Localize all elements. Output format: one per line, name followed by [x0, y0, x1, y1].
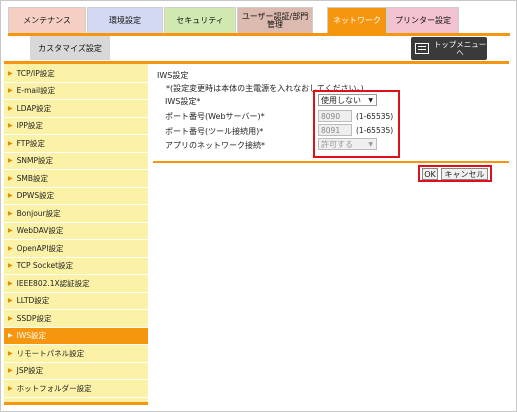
arrow-right-icon: ▶	[8, 87, 13, 95]
arrow-right-icon: ▶	[8, 104, 13, 112]
sidebar-item-label: DPWS設定	[16, 191, 55, 201]
sidebar-item[interactable]: ▶ IPP設定	[4, 118, 148, 135]
sidebar-item-label: OpenAPI設定	[16, 243, 64, 253]
subtab-customize[interactable]: カスタマイズ設定	[30, 36, 110, 60]
sidebar-item-label: SSDP設定	[16, 313, 52, 323]
arrow-right-icon: ▶	[8, 297, 13, 305]
top-menu-button[interactable]: トップメニューへ	[411, 37, 487, 60]
arrow-right-icon: ▶	[8, 69, 13, 77]
tab-environment-label: 環境設定	[109, 15, 141, 25]
sidebar-item-label: TCP Socket設定	[16, 261, 74, 271]
arrow-right-icon: ▶	[8, 157, 13, 165]
top-menu-line2: へ	[456, 47, 464, 57]
sidebar-item[interactable]: ▶ LLTD設定	[4, 293, 148, 310]
arrow-right-icon: ▶	[8, 367, 13, 375]
sidebar-item[interactable]: ▶ E-mail設定	[4, 83, 148, 100]
sidebar-item[interactable]: ▶ WebDAV設定	[4, 223, 148, 240]
tab-security[interactable]: セキュリティ	[164, 7, 236, 33]
subtab-customize-label: カスタマイズ設定	[38, 43, 102, 53]
sidebar-item[interactable]: ▶ JSP設定	[4, 363, 148, 380]
port-tool-label: ポート番号(ツール接続用)*	[165, 127, 264, 136]
sidebar-item[interactable]: ▶ LDAP設定	[4, 100, 148, 118]
sidebar-item-label: LDAP設定	[16, 103, 52, 113]
sidebar-item-label: IWS設定	[16, 331, 47, 341]
arrow-right-icon: ▶	[8, 122, 13, 130]
tab-maintenance[interactable]: メンテナンス	[8, 7, 86, 33]
sidebar-item[interactable]: ▶ TCP Socket設定	[4, 258, 148, 275]
sidebar-item-label: JSP設定	[16, 366, 44, 376]
port-web-label: ポート番号(Webサーバー)*	[165, 112, 265, 121]
arrow-right-icon: ▶	[8, 262, 13, 270]
sidebar-item[interactable]: ▶ Bonjour設定	[4, 205, 148, 223]
sidebar-item-label: SNMP設定	[16, 156, 53, 166]
menu-screen-icon	[415, 43, 429, 54]
sidebar-item[interactable]: ▶ リモートパネル設定	[4, 345, 148, 363]
sidebar-item-label: LLTD設定	[16, 296, 50, 306]
sidebar-item[interactable]: ▶ IWS設定	[4, 327, 148, 345]
ok-button[interactable]: OK	[422, 168, 438, 180]
arrow-right-icon: ▶	[8, 279, 13, 287]
arrow-right-icon: ▶	[8, 227, 13, 235]
tab-user-auth[interactable]: ユーザー認証/部門 管理	[237, 7, 313, 33]
sidebar-item-label: TCP/IP設定	[16, 68, 55, 78]
sidebar-item-label: ホットフォルダー設定	[16, 383, 92, 393]
sidebar-item-label: リモートパネル設定	[16, 348, 85, 358]
tab-maintenance-label: メンテナンス	[23, 15, 71, 25]
sidebar-item[interactable]: ▶ OpenAPI設定	[4, 240, 148, 258]
tab-printer[interactable]: プリンター設定	[387, 7, 459, 33]
tab-user-auth-line2: 管理	[266, 19, 283, 29]
arrow-right-icon: ▶	[8, 384, 13, 392]
sidebar-item-label: WebDAV設定	[16, 226, 64, 236]
sidebar: ▶ TCP/IP設定 ▶ E-mail設定 ▶ LDAP設定 ▶ IPP設定 ▶ FTP設定 ▶ SN…	[4, 64, 148, 402]
tab-network-label: ネットワーク	[333, 15, 381, 25]
tab-security-label: セキュリティ	[176, 15, 224, 25]
sidebar-item[interactable]: ▶ IEEE802.1X認証設定	[4, 275, 148, 293]
arrow-right-icon: ▶	[8, 349, 13, 357]
arrow-right-icon: ▶	[8, 244, 13, 252]
sidebar-item-label: IEEE802.1X認証設定	[16, 278, 90, 288]
tab-network[interactable]: ネットワーク	[327, 7, 387, 33]
app-network-label: アプリのネットワーク接続*	[165, 141, 265, 150]
arrow-right-icon: ▶	[8, 209, 13, 217]
arrow-right-icon: ▶	[8, 314, 13, 322]
page-title: IWS設定	[157, 71, 189, 80]
settings-highlight-box	[313, 90, 400, 158]
sidebar-item[interactable]: ▶ TCP/IP設定	[4, 65, 148, 83]
sidebar-item[interactable]: ▶ ホットフォルダー設定	[4, 380, 148, 398]
tab-user-auth-label: ユーザー認証/部門 管理	[242, 12, 309, 29]
sidebar-item[interactable]: ▶ SSDP設定	[4, 310, 148, 328]
cancel-button[interactable]: キャンセル	[441, 168, 488, 180]
iws-setting-label: IWS設定*	[165, 97, 201, 106]
sidebar-item-label: SMB設定	[16, 173, 49, 183]
arrow-right-icon: ▶	[8, 139, 13, 147]
top-menu-label: トップメニューへ	[433, 40, 487, 57]
tab-environment[interactable]: 環境設定	[87, 7, 163, 33]
sidebar-item-label: FTP設定	[16, 138, 45, 148]
sidebar-item-label: E-mail設定	[16, 86, 56, 96]
sidebar-item[interactable]: ▶ SMB設定	[4, 170, 148, 188]
arrow-right-icon: ▶	[8, 332, 13, 340]
sidebar-item[interactable]: ▶ DPWS設定	[4, 188, 148, 205]
sidebar-item-label: Bonjour設定	[16, 208, 61, 218]
tab-printer-label: プリンター設定	[395, 15, 451, 25]
sidebar-item[interactable]: ▶ SNMP設定	[4, 153, 148, 170]
arrow-right-icon: ▶	[8, 174, 13, 182]
sidebar-item[interactable]: ▶ FTP設定	[4, 135, 148, 153]
content-divider	[153, 161, 509, 163]
sidebar-bottom-divider	[4, 402, 148, 405]
sidebar-item-label: IPP設定	[16, 121, 43, 131]
arrow-right-icon: ▶	[8, 192, 13, 200]
